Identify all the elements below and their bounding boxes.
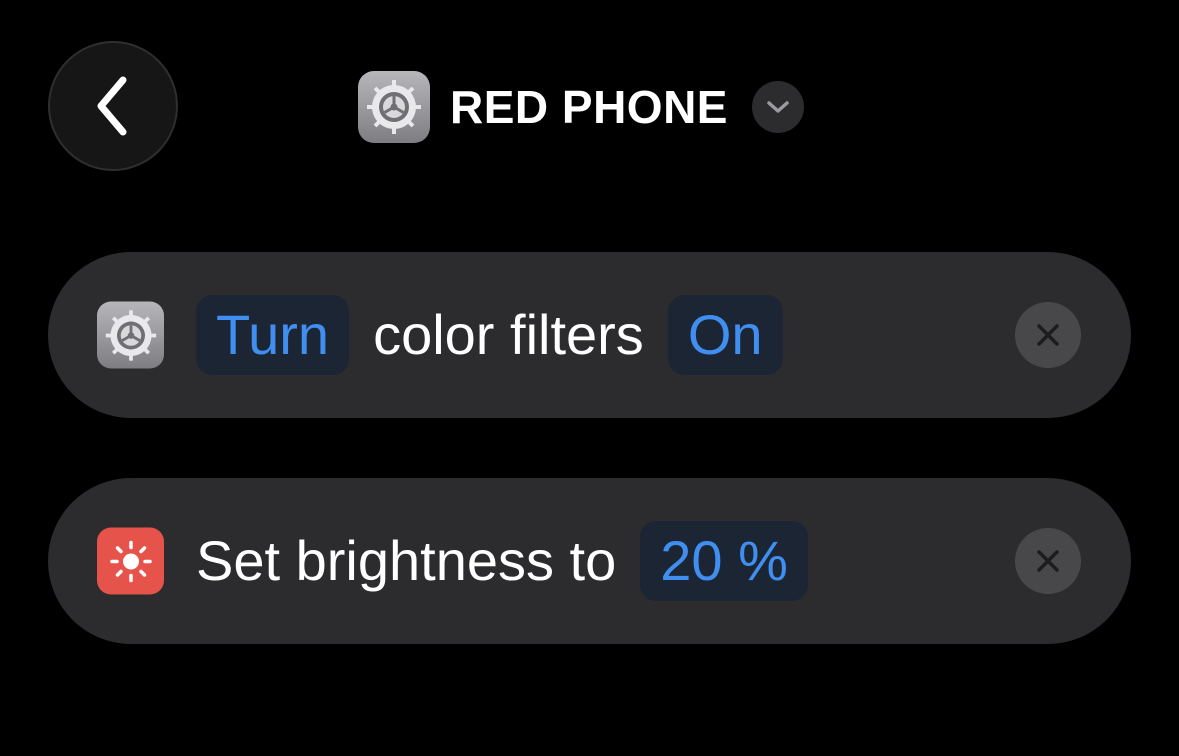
close-icon <box>1037 550 1059 572</box>
shortcut-title: RED PHONE <box>450 81 728 133</box>
settings-gear-icon <box>358 71 430 143</box>
shortcut-header: RED PHONE <box>358 71 804 143</box>
on-off-parameter[interactable]: On <box>667 295 783 375</box>
action-sentence: Set brightness to 20 % <box>196 521 808 601</box>
settings-gear-icon <box>97 301 164 369</box>
action-label: Set brightness to <box>196 529 617 592</box>
chevron-down-icon <box>767 101 789 113</box>
action-sentence: Turn color filters On <box>196 295 783 375</box>
brightness-parameter[interactable]: 20 % <box>640 521 808 601</box>
chevron-left-icon <box>97 76 127 136</box>
action-label: color filters <box>373 303 644 366</box>
turn-parameter[interactable]: Turn <box>196 295 350 375</box>
remove-action-button[interactable] <box>1015 528 1081 594</box>
back-button[interactable] <box>48 41 178 171</box>
close-icon <box>1037 324 1059 346</box>
remove-action-button[interactable] <box>1015 302 1081 368</box>
title-menu-button[interactable] <box>751 81 804 133</box>
action-color-filters[interactable]: Turn color filters On <box>48 252 1131 418</box>
action-set-brightness[interactable]: Set brightness to 20 % <box>48 478 1131 644</box>
sun-icon <box>97 527 164 595</box>
